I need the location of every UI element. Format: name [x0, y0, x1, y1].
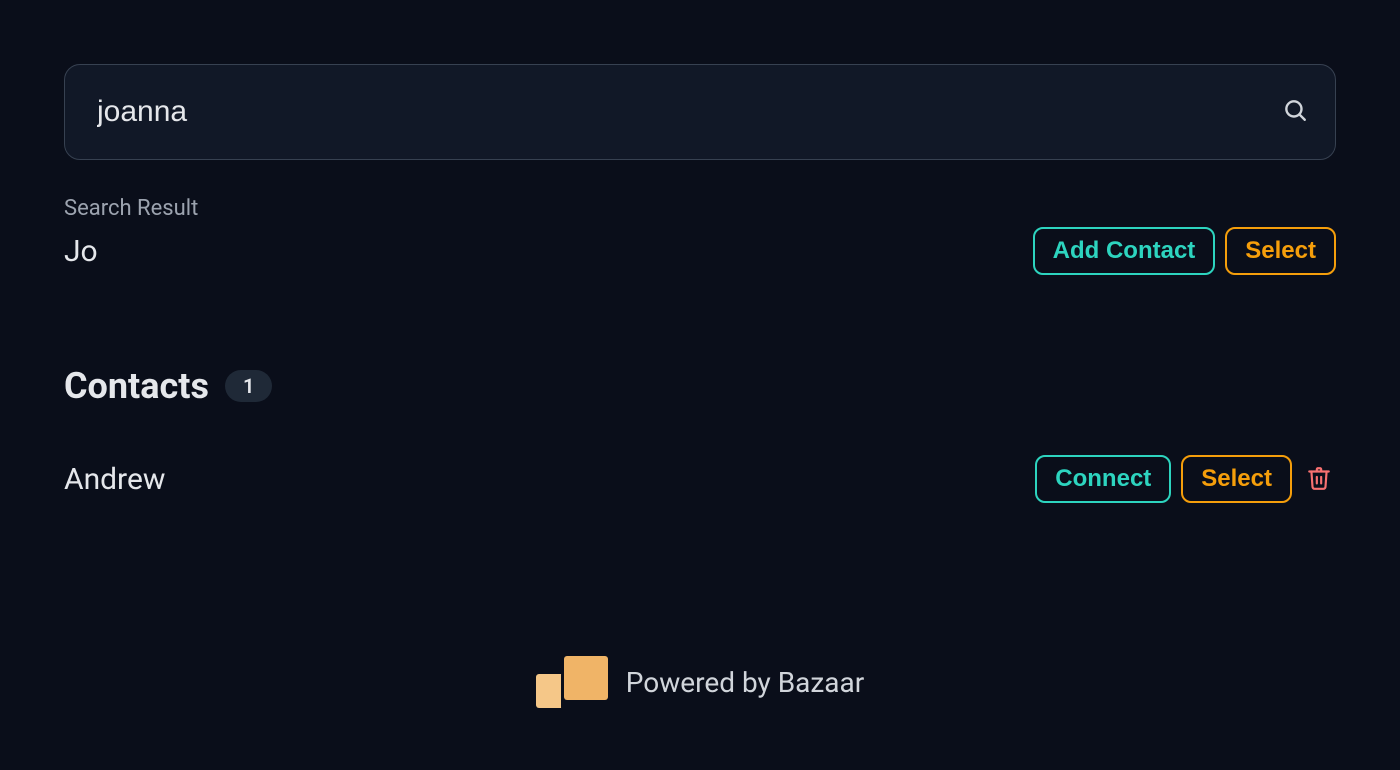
bazaar-logo-icon — [536, 656, 608, 708]
delete-contact-button[interactable] — [1302, 459, 1336, 500]
trash-icon — [1306, 463, 1332, 496]
contact-name: Andrew — [64, 462, 165, 497]
search-result-row: Jo Add Contact Select — [64, 227, 1336, 275]
search-bar — [64, 64, 1336, 160]
search-result-section: Search Result Jo Add Contact Select — [64, 196, 1336, 275]
connect-button[interactable]: Connect — [1035, 455, 1171, 503]
contact-row: Andrew Connect Select — [64, 455, 1336, 503]
search-result-actions: Add Contact Select — [1033, 227, 1336, 275]
contacts-count-badge: 1 — [225, 370, 272, 402]
contact-actions: Connect Select — [1035, 455, 1336, 503]
search-input[interactable] — [64, 64, 1336, 160]
contacts-title: Contacts — [64, 365, 209, 407]
select-contact-button[interactable]: Select — [1181, 455, 1292, 503]
search-result-name: Jo — [64, 234, 98, 269]
footer: Powered by Bazaar — [0, 656, 1400, 708]
search-result-label: Search Result — [64, 196, 1336, 221]
add-contact-button[interactable]: Add Contact — [1033, 227, 1216, 275]
select-result-button[interactable]: Select — [1225, 227, 1336, 275]
contacts-header: Contacts 1 — [64, 365, 1336, 407]
search-icon[interactable] — [1282, 97, 1308, 127]
footer-text: Powered by Bazaar — [626, 666, 864, 699]
